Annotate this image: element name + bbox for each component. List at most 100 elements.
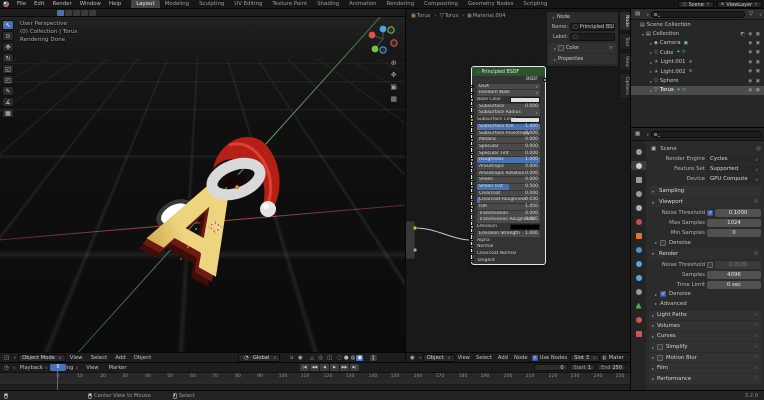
visibility-icons[interactable]: ◉ ▣ xyxy=(748,60,761,65)
collapsed-panel[interactable]: ▸ Curves xyxy=(649,332,761,342)
input-socket[interactable] xyxy=(470,219,473,222)
tool-button[interactable]: ⊙ xyxy=(2,31,14,41)
properties-tab[interactable] xyxy=(631,203,646,212)
object-origin[interactable] xyxy=(235,185,239,189)
input-socket[interactable] xyxy=(470,179,473,182)
mode-icon[interactable] xyxy=(73,10,80,16)
overlay-icon[interactable]: ◎ xyxy=(316,355,325,361)
node-input-row[interactable]: Specular Tint 0.000 ∨ xyxy=(477,151,540,157)
noise-threshold-checkbox[interactable] xyxy=(707,210,713,216)
workspace-tab[interactable]: Modeling xyxy=(160,0,195,9)
workspace-tab[interactable]: Rendering xyxy=(382,0,420,9)
viewport-menu-item[interactable]: Select xyxy=(87,355,112,361)
properties-tab[interactable] xyxy=(631,189,646,198)
playback-button[interactable]: ◀ xyxy=(320,364,329,371)
properties-tab[interactable] xyxy=(631,273,646,282)
timeline-menu-item[interactable]: Marker xyxy=(105,365,133,371)
playback-button[interactable]: ▶ xyxy=(330,364,339,371)
timeline[interactable]: ◷∨ Playback∨Keying∨ViewMarker |◀◀◀◀▶▶▶▶|… xyxy=(0,362,630,390)
tool-button[interactable]: ▦ xyxy=(2,108,14,118)
node-section-header[interactable]: ∨Node xyxy=(547,12,618,22)
frame-end-field[interactable]: End250 xyxy=(597,364,626,371)
shading-mode-icon[interactable]: ● xyxy=(343,355,350,361)
visibility-icons[interactable]: ◉ ▣ xyxy=(748,79,761,84)
color-output-socket[interactable] xyxy=(413,226,417,230)
outliner-row[interactable]: ▸ ▽ Sphere ◉ ▣ xyxy=(631,76,764,85)
shader-editor[interactable]: ▣Torus▽Torus◍Material.004 ∨ Principled B… xyxy=(405,9,630,352)
node-input-row[interactable]: Subsurface Anisotropy 0.000 ∨ xyxy=(477,131,540,137)
label-field[interactable]: ▢ xyxy=(570,33,615,41)
collapsed-panel[interactable]: ▸ Performance xyxy=(649,374,761,384)
nav-icon[interactable]: ⊕ xyxy=(390,59,397,67)
filter-icon[interactable]: ▽ xyxy=(747,11,755,17)
mode-dropdown[interactable]: Object Mode∨ xyxy=(18,354,66,362)
nav-icon[interactable]: ▣ xyxy=(390,83,397,91)
input-socket[interactable] xyxy=(470,85,473,88)
input-socket[interactable] xyxy=(470,232,473,235)
sampling-panel-header[interactable]: ▾Sampling xyxy=(649,186,761,196)
input-socket[interactable] xyxy=(470,92,473,95)
playback-button[interactable]: |◀ xyxy=(300,364,309,371)
collapsed-panel[interactable]: ▸ Film xyxy=(649,363,761,373)
workspace-tab[interactable]: Texture Paint xyxy=(267,0,312,9)
properties-tab[interactable] xyxy=(631,287,646,296)
sidebar-tab[interactable]: Options xyxy=(619,73,630,99)
properties-tab[interactable] xyxy=(631,301,646,310)
input-socket[interactable] xyxy=(470,118,473,121)
advanced-toggle[interactable]: ▸Advanced xyxy=(649,299,761,309)
playhead[interactable]: 0 xyxy=(50,364,66,371)
panel-checkbox[interactable] xyxy=(657,355,663,361)
playback-button[interactable]: ▶| xyxy=(350,364,359,371)
frame-start-field[interactable]: Start1 xyxy=(570,364,595,371)
outliner-row[interactable]: ▸ ☀ Light.001 ⊙ ◉ ▣ xyxy=(631,58,764,67)
input-socket[interactable] xyxy=(470,138,473,141)
node-input-row[interactable]: Subsurface IOR 1.400 ∨ xyxy=(477,124,540,130)
workspace-tab[interactable]: Layout xyxy=(131,0,159,9)
device-dropdown[interactable]: GPU Compute∨ xyxy=(707,175,761,183)
input-socket[interactable] xyxy=(470,192,473,195)
mode-icon[interactable] xyxy=(81,10,88,16)
properties-tab[interactable] xyxy=(631,161,646,170)
node-input-row[interactable]: Tangent ∨ xyxy=(477,258,540,264)
node-input-row[interactable]: Subsurface Color ∨ xyxy=(477,117,540,123)
visibility-icons[interactable]: ◉ ▣ xyxy=(748,69,761,74)
samples-field[interactable]: 4096 xyxy=(707,271,761,279)
editor-type-icon[interactable]: ▦ xyxy=(633,131,642,137)
node-input-row[interactable]: Transmission Roughness 0.000 ∨ xyxy=(477,217,540,223)
z-axis-neg-ball[interactable] xyxy=(380,47,386,53)
tool-button[interactable]: ✎ xyxy=(2,86,14,96)
scene-selector[interactable]: ◫Scene× xyxy=(678,1,713,8)
node-input-row[interactable]: Clearcoat Roughness 0.030 ∨ xyxy=(477,197,540,203)
tool-button[interactable]: ∡ xyxy=(2,97,14,107)
x-axis-neg-ball[interactable] xyxy=(391,40,397,46)
input-socket[interactable] xyxy=(470,239,473,242)
material-preview-icon[interactable]: ◍ xyxy=(600,355,609,361)
node-input-row[interactable]: Subsurface Radius ∨ xyxy=(477,110,540,116)
input-socket[interactable] xyxy=(470,125,473,128)
workspace-tab[interactable]: Sculpting xyxy=(194,0,229,9)
material-name[interactable]: Mater xyxy=(609,355,624,361)
sidebar-tab[interactable]: View xyxy=(619,52,630,71)
shader-menu-item[interactable]: Add xyxy=(495,355,511,361)
view-layer-selector[interactable]: ≣ViewLayer× xyxy=(717,1,762,8)
properties-tab[interactable] xyxy=(631,175,646,184)
timeline-menu-item[interactable]: Playback∨ xyxy=(16,365,52,371)
input-socket[interactable] xyxy=(470,185,473,188)
menu-item[interactable]: Edit xyxy=(30,1,48,7)
pin-icon[interactable]: ◎ xyxy=(756,146,761,152)
mode-icon[interactable] xyxy=(65,10,72,16)
properties-tab[interactable] xyxy=(631,231,646,240)
collapsed-panel[interactable]: ▸ Motion Blur xyxy=(649,353,761,363)
properties-tab[interactable] xyxy=(631,329,646,338)
close-icon[interactable]: × xyxy=(754,2,758,7)
node-header[interactable]: ∨ Principled BSDF xyxy=(472,67,545,76)
outliner-row[interactable]: ▸ ▽ Torus ✦ ▽ ◉ ▣ xyxy=(631,86,764,95)
denoise-checkbox[interactable] xyxy=(660,291,666,297)
node-input-row[interactable]: Base Color ∨ xyxy=(477,97,540,103)
render-subpanel-header[interactable]: ▾Render≣ xyxy=(649,249,761,259)
node-input-row[interactable]: Sheen Tint 0.500 ∨ xyxy=(477,184,540,190)
panel-checkbox[interactable] xyxy=(657,344,663,350)
snap-icon[interactable]: ∪ xyxy=(288,355,296,361)
color-swatch[interactable] xyxy=(510,97,540,103)
pause-button[interactable]: ‖ xyxy=(370,355,377,361)
